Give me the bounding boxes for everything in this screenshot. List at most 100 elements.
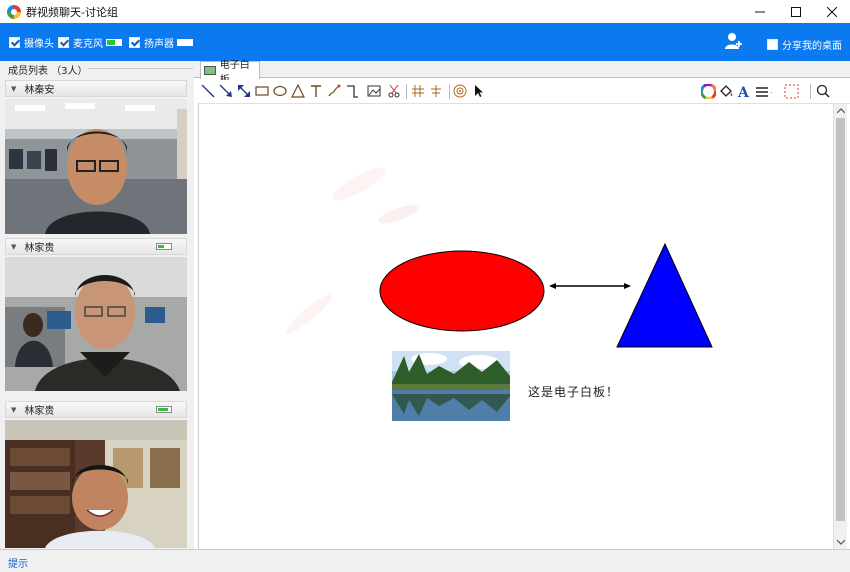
member-name: 林秦安 bbox=[24, 85, 55, 96]
whiteboard-tab-bar: 电子白板 bbox=[194, 60, 850, 86]
target-icon bbox=[453, 84, 467, 98]
scroll-down-button[interactable] bbox=[834, 535, 848, 549]
maximize-icon bbox=[791, 6, 801, 17]
share-desktop-checkbox[interactable] bbox=[767, 39, 778, 50]
minimize-button[interactable] bbox=[742, 0, 778, 23]
member-name: 林家贵 bbox=[24, 406, 55, 417]
member-item[interactable]: ▼ 林家贵 bbox=[5, 401, 187, 548]
app-logo-icon bbox=[7, 4, 21, 19]
member-video bbox=[5, 420, 187, 548]
member-header[interactable]: ▼ 林家贵 bbox=[5, 401, 187, 418]
polyline-icon bbox=[347, 85, 358, 98]
whiteboard-canvas[interactable] bbox=[198, 104, 832, 549]
chevron-up-icon bbox=[837, 108, 845, 114]
ellipse-tool-button[interactable] bbox=[272, 83, 288, 99]
speaker-level-meter bbox=[177, 39, 193, 46]
microphone-toggle[interactable]: 麦克风 bbox=[58, 35, 122, 50]
speaker-toggle[interactable]: 扬声器 bbox=[129, 35, 193, 50]
member-name: 林家贵 bbox=[24, 243, 55, 254]
toolbar-separator bbox=[810, 84, 811, 99]
member-header[interactable]: ▼ 林家贵 bbox=[5, 238, 187, 255]
grid-tool-button[interactable] bbox=[410, 83, 426, 99]
image-icon bbox=[367, 85, 381, 97]
collapse-caret-icon[interactable]: ▼ bbox=[11, 406, 16, 414]
audio-level-indicator bbox=[156, 243, 172, 250]
video-feed-image bbox=[5, 420, 187, 548]
share-desktop-toggle[interactable]: 分享我的桌面 bbox=[767, 37, 842, 52]
pointer-icon bbox=[475, 85, 483, 97]
line-width-icon bbox=[756, 86, 772, 97]
scissors-icon bbox=[388, 84, 400, 98]
camera-checkbox[interactable] bbox=[9, 37, 20, 48]
maximize-button[interactable] bbox=[778, 0, 814, 23]
close-button[interactable] bbox=[814, 0, 850, 23]
fill-bucket-icon bbox=[719, 84, 732, 97]
landscape-image[interactable] bbox=[392, 351, 510, 421]
collapse-caret-icon[interactable]: ▼ bbox=[11, 243, 16, 251]
svg-text:A: A bbox=[737, 85, 750, 99]
microphone-label: 麦克风 bbox=[73, 39, 103, 50]
drawing-toolbar: A bbox=[198, 80, 850, 104]
member-item[interactable]: ▼ 林秦安 bbox=[5, 80, 187, 234]
vertical-scrollbar[interactable] bbox=[833, 104, 847, 549]
member-panel: 成员列表 （3人） ▼ 林秦安 ▼ 林家贵 ▼ 林家贵 bbox=[0, 61, 194, 549]
member-list-title: 成员列表 （3人） bbox=[8, 66, 88, 77]
zoom-icon bbox=[816, 84, 830, 98]
microphone-level-fill bbox=[107, 40, 116, 45]
scroll-up-button[interactable] bbox=[834, 104, 848, 118]
triangle-tool-button[interactable] bbox=[290, 83, 306, 99]
member-header[interactable]: ▼ 林秦安 bbox=[5, 80, 187, 97]
rectangle-tool-button[interactable] bbox=[254, 83, 270, 99]
status-hint[interactable]: 提示 bbox=[8, 555, 28, 570]
video-feed-image bbox=[5, 257, 187, 391]
ellipse-icon bbox=[273, 85, 287, 97]
collapse-caret-icon[interactable]: ▼ bbox=[11, 85, 16, 93]
arrow-tool-button[interactable] bbox=[218, 83, 234, 99]
microphone-level-meter bbox=[106, 39, 122, 46]
add-member-button[interactable] bbox=[725, 32, 743, 53]
chevron-down-icon bbox=[837, 539, 845, 545]
whiteboard-text[interactable]: 这是电子白板！ bbox=[528, 383, 619, 400]
fill-color-button[interactable] bbox=[718, 83, 734, 99]
red-ellipse-shape[interactable] bbox=[379, 250, 545, 332]
double-arrow-tool-button[interactable] bbox=[236, 83, 252, 99]
scrollbar-thumb[interactable] bbox=[836, 118, 845, 521]
pointer-tool-button[interactable] bbox=[470, 83, 486, 99]
font-button[interactable]: A bbox=[736, 83, 752, 99]
zoom-button[interactable] bbox=[816, 83, 832, 99]
selection-style-button[interactable] bbox=[784, 83, 800, 99]
image-tool-button[interactable] bbox=[366, 83, 382, 99]
toolbar-separator bbox=[449, 84, 450, 99]
share-desktop-label: 分享我的桌面 bbox=[782, 41, 842, 52]
text-icon bbox=[311, 85, 321, 97]
member-item[interactable]: ▼ 林家贵 bbox=[5, 238, 187, 391]
triangle-icon bbox=[291, 84, 305, 98]
camera-label: 摄像头 bbox=[24, 39, 54, 50]
line-tool-button[interactable] bbox=[200, 83, 216, 99]
text-tool-button[interactable] bbox=[308, 83, 324, 99]
line-width-button[interactable] bbox=[756, 83, 772, 99]
color-picker-button[interactable] bbox=[700, 83, 716, 99]
speaker-label: 扬声器 bbox=[144, 39, 174, 50]
scissors-tool-button[interactable] bbox=[386, 83, 402, 99]
align-icon bbox=[431, 85, 441, 97]
pen-tool-button[interactable] bbox=[326, 83, 342, 99]
member-video bbox=[5, 99, 187, 234]
arrow-icon bbox=[219, 84, 232, 97]
minimize-icon bbox=[755, 11, 765, 12]
align-tool-button[interactable] bbox=[428, 83, 444, 99]
media-toolbar: 摄像头 麦克风 扬声器 分享我的桌面 bbox=[0, 23, 850, 61]
polyline-tool-button[interactable] bbox=[344, 83, 360, 99]
audio-level-fill bbox=[158, 245, 164, 248]
window-controls bbox=[742, 0, 850, 23]
selection-icon bbox=[784, 84, 799, 98]
color-wheel-icon bbox=[700, 83, 716, 99]
microphone-checkbox[interactable] bbox=[58, 37, 69, 48]
tab-whiteboard[interactable]: 电子白板 bbox=[200, 60, 260, 86]
double-arrow-shape[interactable] bbox=[549, 283, 631, 289]
blue-triangle-shape[interactable] bbox=[616, 242, 713, 348]
camera-toggle[interactable]: 摄像头 bbox=[9, 35, 54, 50]
target-tool-button[interactable] bbox=[452, 83, 468, 99]
member-video bbox=[5, 257, 187, 391]
speaker-checkbox[interactable] bbox=[129, 37, 140, 48]
